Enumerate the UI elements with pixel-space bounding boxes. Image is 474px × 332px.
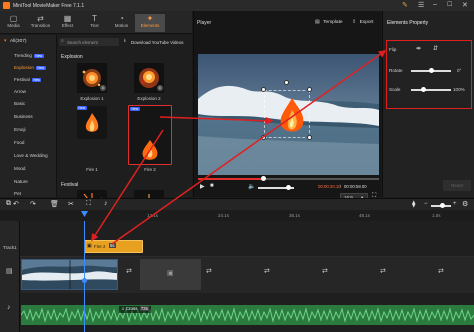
annotation-arrow xyxy=(159,116,274,125)
annotation-arrows xyxy=(91,50,387,245)
annotation-arrow xyxy=(91,129,164,242)
annotation-arrow xyxy=(111,50,387,245)
